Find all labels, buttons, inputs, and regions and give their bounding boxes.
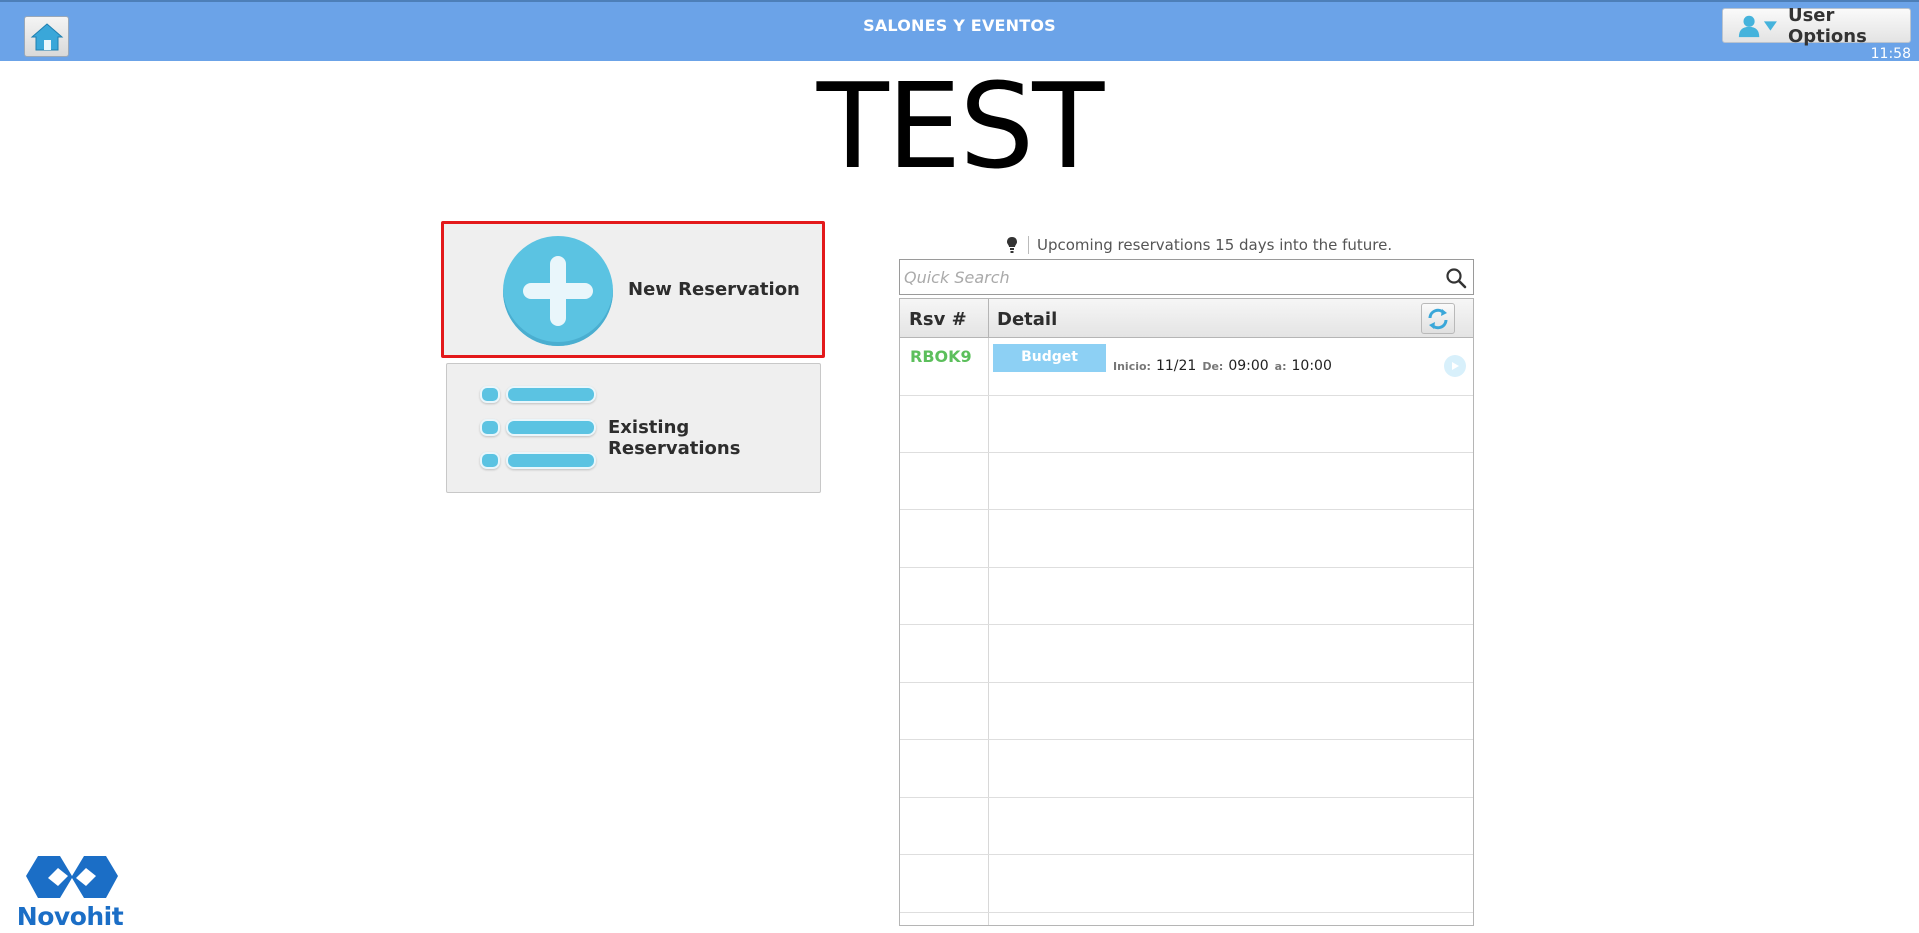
new-reservation-button[interactable]: New Reservation [441, 221, 825, 358]
chevron-down-icon [1764, 20, 1778, 31]
a-label: a: [1274, 360, 1287, 373]
status-badge: Budget [993, 344, 1106, 372]
column-header-rsv: Rsv # [909, 309, 967, 330]
refresh-button[interactable] [1421, 303, 1455, 334]
novohit-logo-icon [26, 856, 118, 898]
clock: 11:58 [1870, 46, 1911, 62]
new-reservation-label: New Reservation [628, 279, 800, 300]
user-options-button[interactable]: User Options [1722, 5, 1911, 47]
novohit-logo: Novohit [10, 850, 130, 933]
de-value: 09:00 [1228, 358, 1269, 374]
refresh-icon [1428, 308, 1448, 329]
page-title: TEST [816, 57, 1105, 195]
quick-search [899, 259, 1474, 295]
reservation-number[interactable]: RBOK9 [910, 347, 972, 366]
inicio-label: Inicio: [1113, 360, 1151, 373]
upcoming-info-text: Upcoming reservations 15 days into the f… [1037, 236, 1393, 254]
existing-reservations-label: Existing Reservations [608, 417, 741, 459]
de-label: De: [1202, 360, 1224, 373]
novohit-logo-text: Novohit [16, 902, 124, 931]
plus-icon [503, 236, 613, 346]
lightbulb-icon [1007, 237, 1017, 253]
quick-search-input[interactable] [904, 264, 1444, 290]
upcoming-info: Upcoming reservations 15 days into the f… [1006, 236, 1392, 254]
a-value: 10:00 [1291, 358, 1332, 374]
table-header: Rsv # Detail [900, 299, 1473, 338]
search-icon[interactable] [1445, 267, 1467, 289]
play-icon [1452, 362, 1459, 370]
column-header-detail: Detail [997, 309, 1058, 330]
existing-reservations-button[interactable]: Existing Reservations [446, 363, 821, 493]
reservation-detail: Inicio: 11/21 De: 09:00 a: 10:00 [1113, 358, 1338, 374]
user-icon [1738, 15, 1760, 37]
user-options-label: User Options [1787, 4, 1867, 47]
reservations-table: Rsv # Detail RBOK9 Budget Inicio: 11/21 … [899, 298, 1474, 926]
inicio-value: 11/21 [1155, 358, 1197, 374]
app-title: SALONES Y EVENTOS [863, 16, 1056, 35]
open-reservation-button[interactable] [1444, 355, 1466, 377]
top-bar: SALONES Y EVENTOS User Options 11:58 [0, 0, 1919, 62]
